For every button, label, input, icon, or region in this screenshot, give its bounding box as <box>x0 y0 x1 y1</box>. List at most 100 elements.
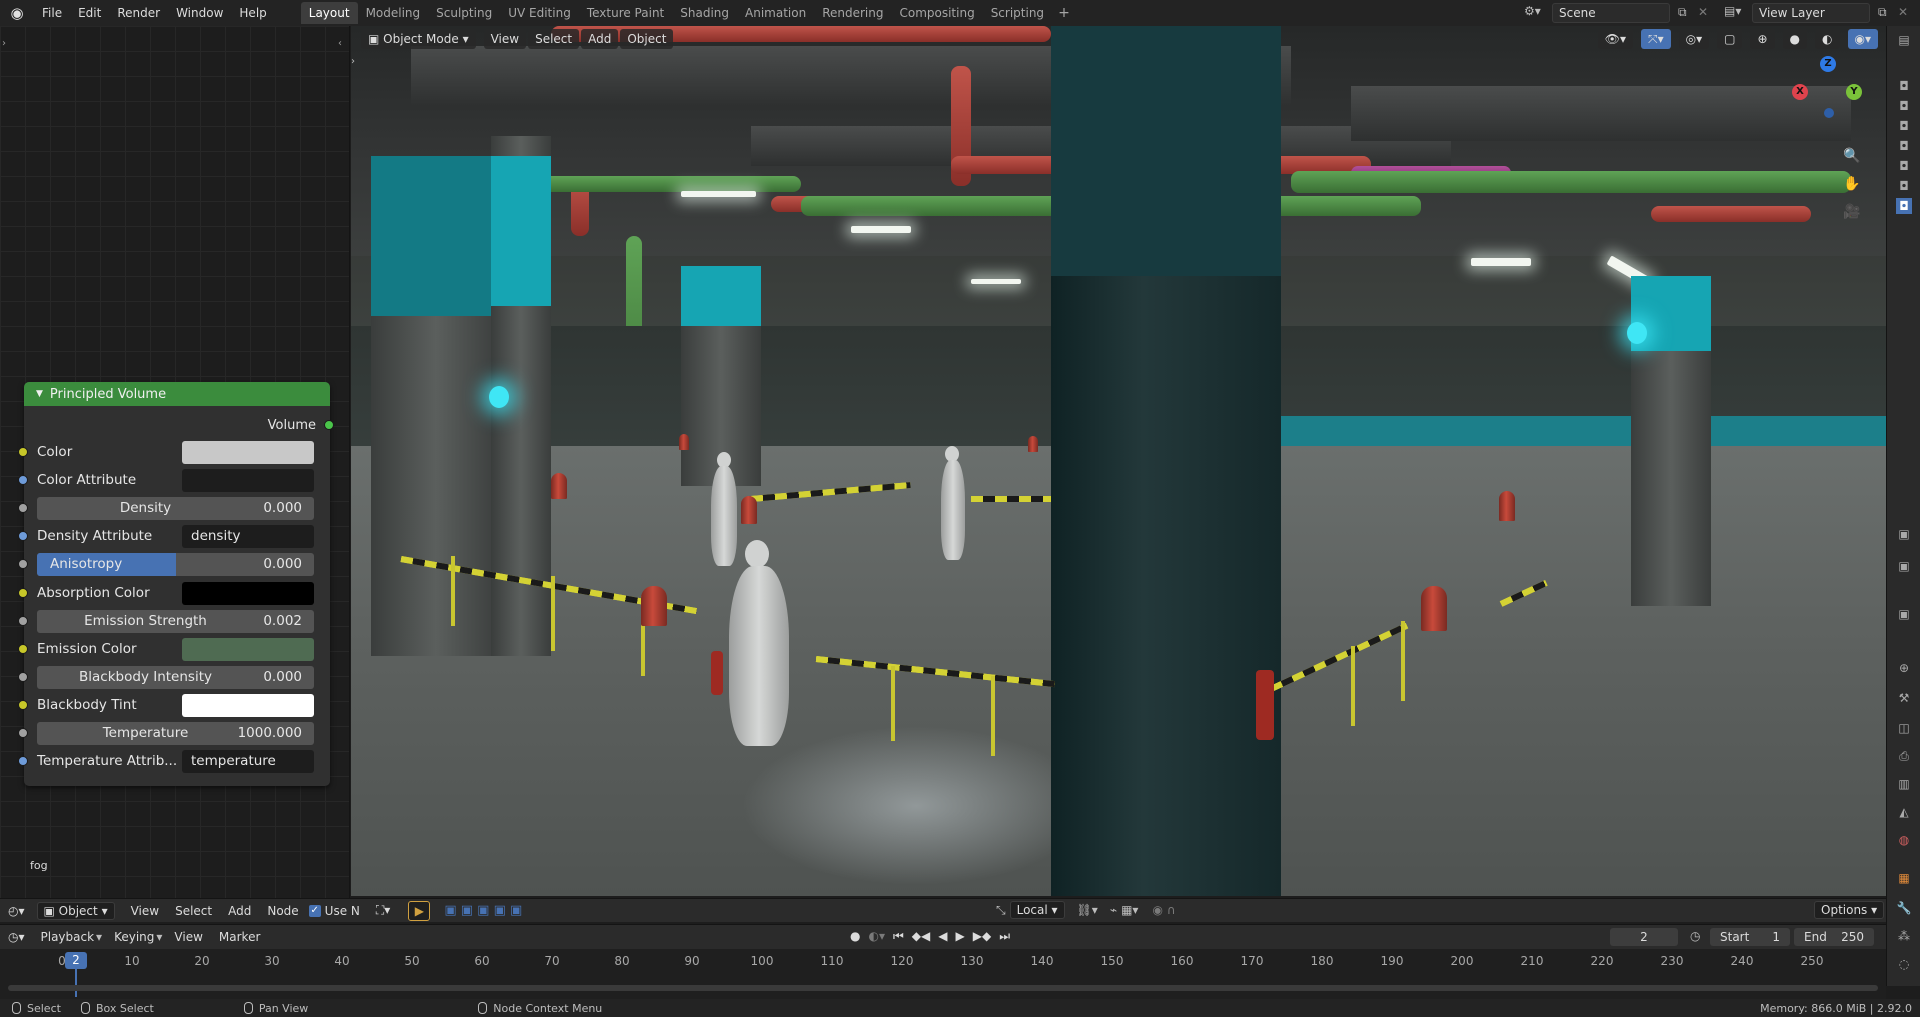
image-icon[interactable]: ▣ <box>1896 558 1912 574</box>
view-layer-icon[interactable]: ▤▾ <box>1724 4 1741 18</box>
sidebar-expand-icon[interactable]: ‹ <box>338 38 342 49</box>
neg-z-axis-icon[interactable] <box>1824 108 1834 118</box>
color-socket[interactable] <box>18 447 28 457</box>
tab-sculpting[interactable]: Sculpting <box>428 2 500 24</box>
tab-uv-editing[interactable]: UV Editing <box>500 2 579 24</box>
density-attribute-field[interactable]: density <box>182 525 314 549</box>
transform-orientation-icon[interactable]: ⤡ <box>996 903 1006 918</box>
tab-scripting[interactable]: Scripting <box>983 2 1052 24</box>
temperature-attrib-socket[interactable] <box>18 756 28 767</box>
output-icon[interactable]: ⎙ <box>1896 748 1912 764</box>
density-socket[interactable] <box>18 503 28 514</box>
modifier-wrench-icon[interactable]: 🔧 <box>1896 900 1912 916</box>
anisotropy-socket[interactable] <box>18 559 28 570</box>
principled-volume-node[interactable]: ▼ Principled Volume Volume Color Color At… <box>18 382 334 786</box>
camera-view-icon[interactable]: 🎥 <box>1840 200 1864 224</box>
density-slider[interactable]: Density 0.000 <box>37 497 314 521</box>
link-icon[interactable]: ⛓▾ <box>1077 903 1098 917</box>
volume-output-socket[interactable] <box>324 420 334 430</box>
remove-view-layer-icon[interactable]: ✕ <box>1898 5 1908 19</box>
view-layer-icon[interactable]: ▥ <box>1896 776 1912 792</box>
tab-modeling[interactable]: Modeling <box>358 2 429 24</box>
emission-strength-slider[interactable]: Emission Strength 0.002 <box>37 609 314 633</box>
tab-layout[interactable]: Layout <box>300 2 358 24</box>
node-menu-view[interactable]: View <box>123 904 167 918</box>
timeline-menu-playback[interactable]: Playback <box>33 930 103 944</box>
snap-grid-icon[interactable]: ▦▾ <box>1121 903 1138 917</box>
use-nodes-checkbox[interactable]: ✓ <box>308 904 321 917</box>
shader-type-dropdown[interactable]: ▣ Object ▾ <box>36 901 115 920</box>
color-attribute-field[interactable] <box>182 469 314 493</box>
playhead[interactable]: 2 <box>65 952 87 969</box>
blackbody-intensity-socket[interactable] <box>18 671 28 682</box>
anisotropy-slider[interactable]: Anisotropy 0.000 <box>37 553 314 577</box>
jump-end-icon[interactable]: ⏭ <box>999 929 1010 944</box>
editor-type-icon[interactable]: ◴▾ <box>0 904 33 918</box>
color-color-swatch[interactable] <box>182 441 314 464</box>
magnet-icon[interactable]: ⌁ <box>1110 903 1117 917</box>
color-attribute-socket[interactable] <box>18 475 28 486</box>
viewport-menu-add[interactable]: Add <box>581 29 619 49</box>
tab-compositing[interactable]: Compositing <box>891 2 982 24</box>
preview-range-icon[interactable]: ◷ <box>1690 929 1700 943</box>
node-editor-area[interactable]: › ‹ ▼ Principled Volume Volume Color Colo… <box>0 26 350 910</box>
blackbody-tint-socket[interactable] <box>18 699 28 710</box>
render-icon[interactable]: ◫ <box>1896 720 1912 736</box>
solid-shading-icon[interactable]: ● <box>1782 29 1808 49</box>
rendered-shading-icon[interactable]: ◉▾ <box>1847 29 1878 49</box>
temperature-slider[interactable]: Temperature 1000.000 <box>37 722 314 745</box>
add-icon[interactable]: ⊕ <box>1896 660 1912 676</box>
render-camera-icon[interactable]: ◘ <box>1896 118 1912 134</box>
world-icon[interactable]: ◍ <box>1896 832 1912 848</box>
tab-rendering[interactable]: Rendering <box>814 2 891 24</box>
object-mode-dropdown[interactable]: ▣ Object Mode ▾ <box>361 29 476 49</box>
physics-icon[interactable]: ◌ <box>1896 956 1912 972</box>
jump-start-icon[interactable]: ⏮ <box>893 929 904 944</box>
add-workspace-button[interactable]: + <box>1052 5 1076 21</box>
visibility-icon[interactable]: 👁▾ <box>1597 29 1633 49</box>
menu-render[interactable]: Render <box>109 0 168 26</box>
pan-hand-icon[interactable]: ✋ <box>1840 172 1864 196</box>
blackbody-tint-color-swatch[interactable] <box>182 693 314 717</box>
emission-color-color-swatch[interactable] <box>182 637 314 661</box>
density-attribute-socket[interactable] <box>18 531 28 542</box>
node-menu-node[interactable]: Node <box>259 904 306 918</box>
emission-strength-socket[interactable] <box>18 615 28 626</box>
object-icon[interactable]: ▦ <box>1896 870 1912 886</box>
particles-icon[interactable]: ⁂ <box>1896 928 1912 944</box>
current-frame-field[interactable]: 2 <box>1610 928 1678 946</box>
absorption-color-color-swatch[interactable] <box>182 581 314 605</box>
render-camera-icon[interactable]: ◘ <box>1896 198 1912 214</box>
render-camera-icon[interactable]: ◘ <box>1896 158 1912 174</box>
pivot-dropdown[interactable]: Local ▾ <box>1009 901 1065 919</box>
render-camera-icon[interactable]: ◘ <box>1896 178 1912 194</box>
viewport-menu-view[interactable]: View <box>483 29 527 49</box>
timeline-menu-keying[interactable]: Keying <box>106 930 162 944</box>
image-icon[interactable]: ▣ <box>1896 526 1912 542</box>
options-dropdown[interactable]: Options ▾ <box>1814 901 1885 919</box>
material-shading-icon[interactable]: ◐ <box>1815 29 1840 49</box>
node-menu-select[interactable]: Select <box>167 904 220 918</box>
select-mode-icons[interactable]: ▣ ▣ ▣ ▣ ▣ <box>444 903 522 918</box>
tab-animation[interactable]: Animation <box>737 2 814 24</box>
end-frame-field[interactable]: End 250 <box>1794 928 1874 946</box>
node-header[interactable]: ▼ Principled Volume <box>24 382 330 406</box>
viewport-menu-object[interactable]: Object <box>620 29 674 49</box>
wireframe-shading-icon[interactable]: ⊕ <box>1750 29 1775 49</box>
render-camera-icon[interactable]: ◘ <box>1896 98 1912 114</box>
gizmo-toggle-icon[interactable]: ⤧▾ <box>1641 29 1671 49</box>
record-icon[interactable]: ● <box>850 929 860 944</box>
timeline-menu-marker[interactable]: Marker <box>211 930 268 944</box>
menu-file[interactable]: File <box>34 0 70 26</box>
blackbody-intensity-slider[interactable]: Blackbody Intensity 0.000 <box>37 665 314 689</box>
x-axis-icon[interactable]: X <box>1792 84 1808 100</box>
editor-type-icon[interactable]: ▤ <box>1896 32 1912 48</box>
play-icon[interactable]: ▶ <box>956 929 965 944</box>
y-axis-icon[interactable]: Y <box>1846 84 1862 100</box>
select-tool-icon[interactable]: ▶ <box>408 900 431 921</box>
menu-window[interactable]: Window <box>168 0 231 26</box>
tab-texture-paint[interactable]: Texture Paint <box>579 2 672 24</box>
view-layer-selector[interactable]: View Layer <box>1752 3 1870 23</box>
timeline-menu-view[interactable]: View <box>166 930 210 944</box>
blender-logo-icon[interactable]: ◉ <box>0 0 34 26</box>
